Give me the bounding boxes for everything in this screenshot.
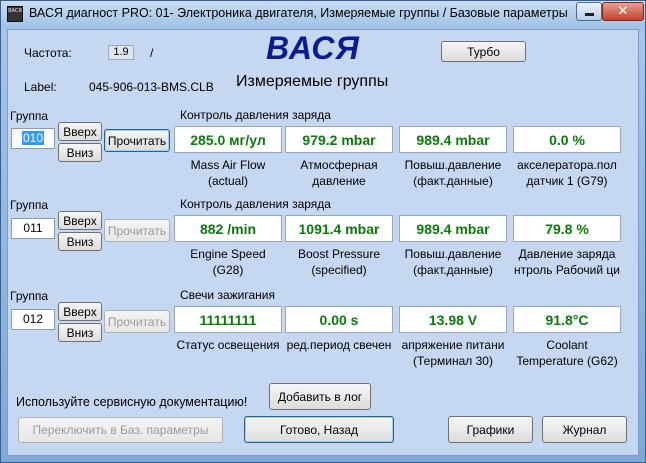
group-section-title: Свечи зажигания bbox=[180, 288, 275, 302]
group-section-title: Контроль давления заряда bbox=[180, 108, 331, 122]
app-icon: ВАСЯ bbox=[7, 6, 23, 22]
turbo-button[interactable]: Турбо bbox=[441, 41, 526, 62]
value-box-4: 0.0 % bbox=[513, 126, 621, 153]
group-read-button[interactable]: Прочитать bbox=[104, 219, 170, 242]
window-title: ВАСЯ диагност PRO: 01- Электроника двига… bbox=[29, 6, 568, 20]
group-number-selection: 010 bbox=[21, 131, 45, 145]
title-bar[interactable]: ВАСЯ ВАСЯ диагност PRO: 01- Электроника … bbox=[1, 1, 645, 29]
done-back-button[interactable]: Готово, Назад bbox=[244, 416, 394, 443]
value-box-1: 285.0 мг/ул bbox=[174, 126, 282, 153]
value-label-3: Повыш.давление (факт.данные) bbox=[404, 247, 502, 277]
freq-slash: / bbox=[150, 46, 154, 60]
label-value: 045-906-013-BMS.CLB bbox=[89, 80, 214, 94]
value-label-1: Статус освещения bbox=[176, 338, 280, 352]
value-box-2: 1091.4 mbar bbox=[285, 215, 393, 242]
label-key: Label: bbox=[24, 80, 57, 94]
group-number-input[interactable]: 010 bbox=[11, 128, 55, 149]
minimize-icon bbox=[584, 13, 594, 16]
value-box-1: 882 /min bbox=[174, 215, 282, 242]
minimize-button[interactable] bbox=[576, 2, 602, 21]
group-read-button[interactable]: Прочитать bbox=[104, 310, 170, 333]
group-up-button[interactable]: Вверх bbox=[58, 122, 102, 141]
group-up-button[interactable]: Вверх bbox=[58, 302, 102, 321]
main-window: ВАСЯ ВАСЯ диагност PRO: 01- Электроника … bbox=[0, 0, 646, 463]
value-label-4: Давление заряда нтроль Рабочий ци bbox=[514, 247, 620, 277]
value-label-4: Coolant Temperature (G62) bbox=[516, 338, 618, 368]
value-box-2: 979.2 mbar bbox=[285, 126, 393, 153]
group-label: Группа bbox=[10, 109, 49, 123]
value-box-2: 0.00 s bbox=[285, 306, 393, 333]
group-number-input[interactable]: 011 bbox=[11, 218, 55, 239]
page-subtitle: Измеряемые группы bbox=[236, 73, 389, 90]
journal-button[interactable]: Журнал bbox=[542, 416, 627, 443]
graphs-button[interactable]: Графики bbox=[448, 416, 533, 443]
value-box-4: 79.8 % bbox=[513, 215, 621, 242]
doc-hint: Используйте сервисную документацию! bbox=[16, 395, 248, 409]
add-to-log-button[interactable]: Добавить в лог bbox=[269, 383, 371, 410]
value-label-4: акселератора.пол датчик 1 (G79) bbox=[517, 158, 617, 188]
value-label-2: Boost Pressure (specified) bbox=[297, 247, 381, 277]
group-down-button[interactable]: Вниз bbox=[58, 143, 102, 162]
value-label-2: ред.период свечен bbox=[286, 338, 392, 352]
close-button[interactable]: ✕ bbox=[602, 2, 644, 21]
value-box-1: 11111111 bbox=[174, 306, 282, 333]
value-label-1: Engine Speed (G28) bbox=[190, 247, 266, 277]
value-box-3: 989.4 mbar bbox=[399, 126, 507, 153]
group-down-button[interactable]: Вниз bbox=[58, 323, 102, 342]
value-label-1: Mass Air Flow (actual) bbox=[190, 158, 266, 188]
value-label-3: Повыш.давление (факт.данные) bbox=[404, 158, 502, 188]
value-box-3: 13.98 V bbox=[399, 306, 507, 333]
group-up-button[interactable]: Вверх bbox=[58, 211, 102, 230]
freq-label: Частота: bbox=[24, 46, 72, 60]
value-label-2: Атмосферная давление bbox=[300, 158, 378, 188]
group-label: Группа bbox=[10, 198, 49, 212]
switch-basic-params-button[interactable]: Переключить в Баз. параметры bbox=[18, 417, 223, 443]
client-area: Частота: 1.9 / ВАСЯ Турбо Label: 045-906… bbox=[7, 29, 639, 456]
group-section-title: Контроль давления заряда bbox=[180, 197, 331, 211]
group-label: Группа bbox=[10, 289, 49, 303]
brand-logo: ВАСЯ bbox=[266, 30, 360, 66]
group-down-button[interactable]: Вниз bbox=[58, 232, 102, 251]
value-box-4: 91.8°C bbox=[513, 306, 621, 333]
group-read-button[interactable]: Прочитать bbox=[104, 129, 170, 152]
close-icon: ✕ bbox=[617, 4, 629, 19]
freq-value: 1.9 bbox=[108, 45, 134, 60]
value-box-3: 989.4 mbar bbox=[399, 215, 507, 242]
group-number-input[interactable]: 012 bbox=[11, 309, 55, 330]
value-label-3: апряжение питани (Терминал 30) bbox=[401, 338, 505, 368]
